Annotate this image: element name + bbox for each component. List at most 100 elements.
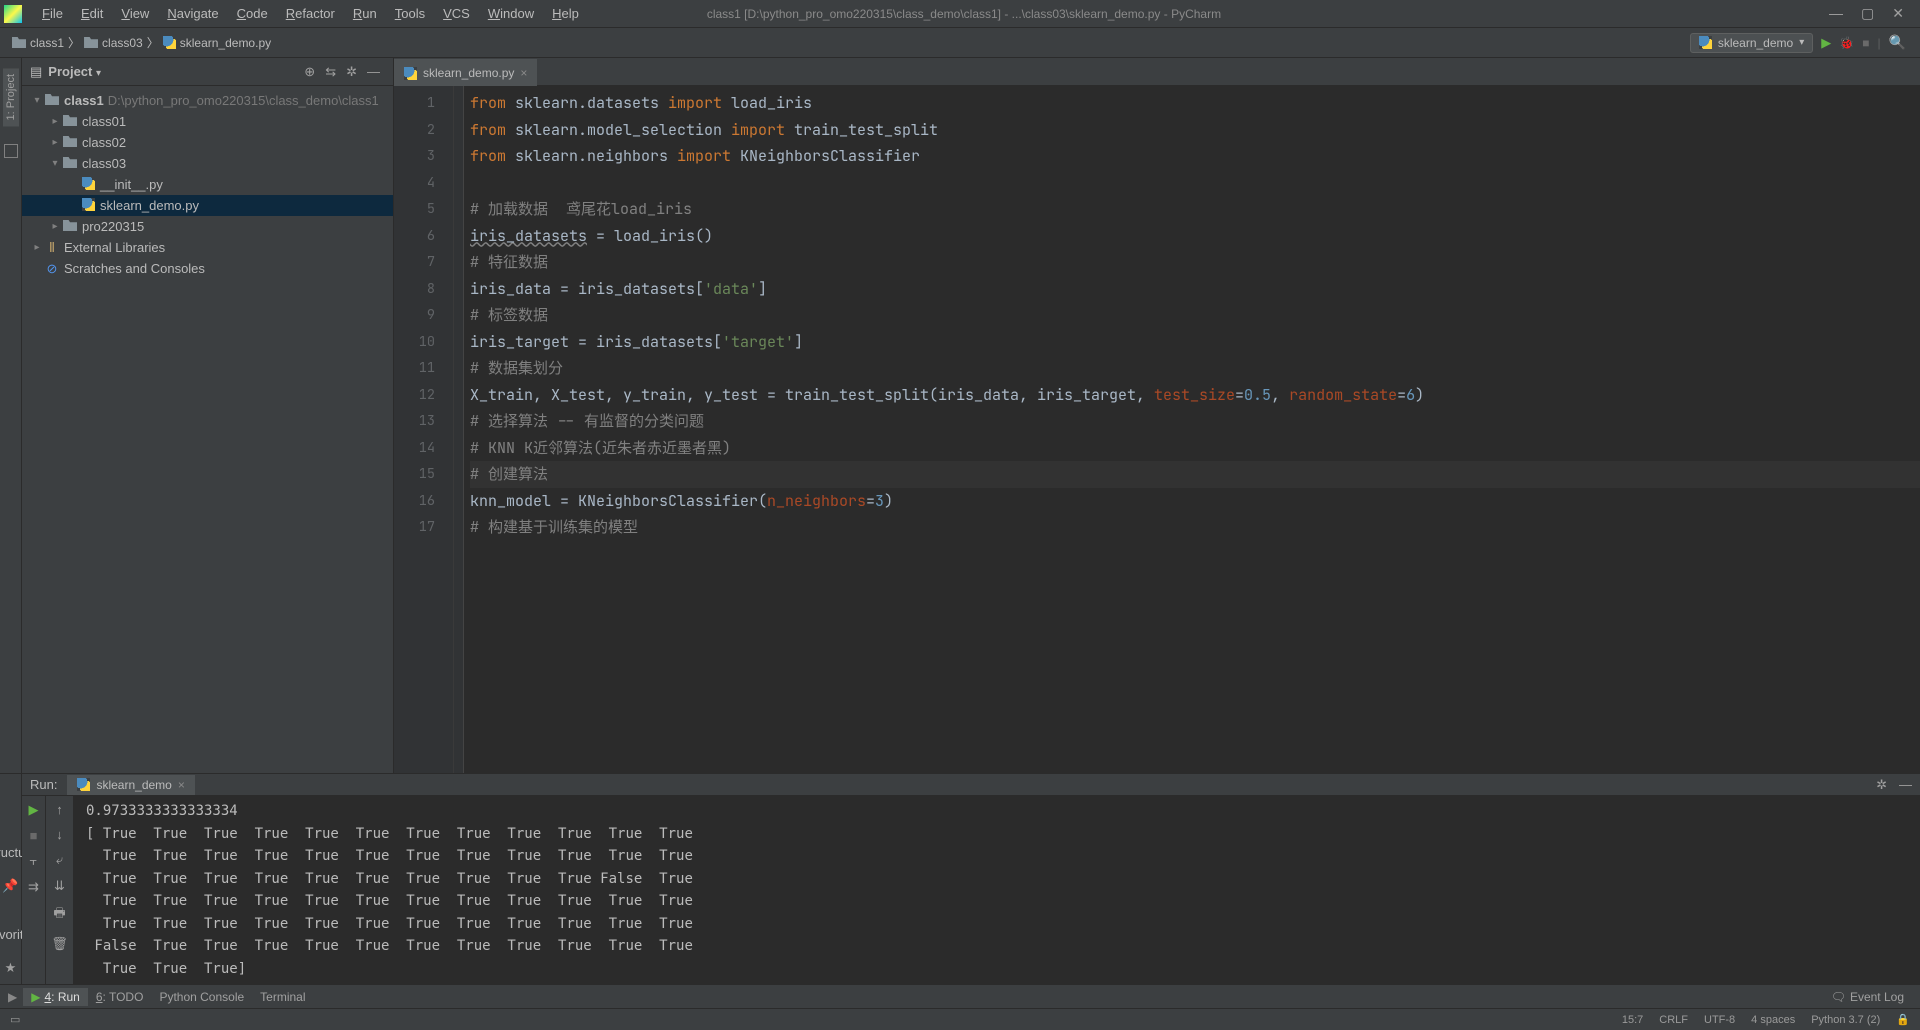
menu-tools[interactable]: Tools <box>387 2 433 25</box>
tree-row[interactable]: sklearn_demo.py <box>22 195 393 216</box>
code-line[interactable]: from sklearn.model_selection import trai… <box>470 117 1920 144</box>
menu-navigate[interactable]: Navigate <box>159 2 226 25</box>
tool-icon[interactable] <box>4 144 18 158</box>
project-tool-tab[interactable]: 1: Project <box>3 68 19 126</box>
star-icon[interactable]: ★ <box>5 960 17 976</box>
close-run-tab-button[interactable]: × <box>178 778 185 792</box>
hide-panel-button[interactable]: — <box>362 64 385 79</box>
menu-help[interactable]: Help <box>544 2 587 25</box>
event-log-button[interactable]: 🗨 Event Log <box>1823 988 1912 1006</box>
breadcrumb-item[interactable]: class03 <box>80 36 147 50</box>
menu-window[interactable]: Window <box>480 2 542 25</box>
code-line[interactable]: iris_data = iris_datasets['data'] <box>470 276 1920 303</box>
cursor-position[interactable]: 15:7 <box>1622 1014 1643 1026</box>
tree-row[interactable]: ▾class1D:\python_pro_omo220315\class_dem… <box>22 90 393 111</box>
indent-settings[interactable]: 4 spaces <box>1751 1014 1795 1026</box>
expand-toggle[interactable]: ▾ <box>30 95 44 106</box>
expand-toggle[interactable]: ▸ <box>48 116 62 127</box>
collapse-icon[interactable]: ⇆ <box>320 64 341 80</box>
editor-tab[interactable]: sklearn_demo.py × <box>394 59 537 86</box>
run-left-toolbar: ▶ ■ ⫟ ⇉ <box>22 796 46 984</box>
line-separator[interactable]: CRLF <box>1659 1014 1688 1026</box>
run-config-selector[interactable]: sklearn_demo ▾ <box>1690 33 1813 53</box>
menu-view[interactable]: View <box>113 2 157 25</box>
expand-toggle[interactable]: ▸ <box>48 221 62 232</box>
menu-vcs[interactable]: VCS <box>435 2 478 25</box>
file-encoding[interactable]: UTF-8 <box>1704 1014 1735 1026</box>
code-content[interactable]: from sklearn.datasets import load_irisfr… <box>464 86 1920 773</box>
breadcrumb-item[interactable]: class1 <box>8 36 68 50</box>
breadcrumb-item[interactable]: sklearn_demo.py <box>159 36 275 50</box>
tree-row[interactable]: ▸class01 <box>22 111 393 132</box>
code-line[interactable]: from sklearn.neighbors import KNeighbors… <box>470 143 1920 170</box>
project-tree[interactable]: ▾class1D:\python_pro_omo220315\class_dem… <box>22 86 393 283</box>
expand-toggle[interactable]: ▸ <box>30 242 44 253</box>
code-line[interactable]: # 构建基于训练集的模型 <box>470 514 1920 541</box>
up-icon[interactable]: ↑ <box>56 802 63 817</box>
expand-toggle[interactable]: ▾ <box>48 158 62 169</box>
locate-icon[interactable]: ⊕ <box>299 64 320 80</box>
bottom-tool-4-run[interactable]: ▶ 4: Run <box>23 988 88 1006</box>
close-tab-button[interactable]: × <box>520 66 527 80</box>
tree-row[interactable]: __init__.py <box>22 174 393 195</box>
rerun-button[interactable]: ▶ <box>29 802 39 818</box>
minimize-button[interactable]: — <box>1829 5 1843 22</box>
run-output[interactable]: 0.9733333333333334 [ True True True True… <box>74 796 1920 984</box>
close-button[interactable]: ✕ <box>1892 5 1904 22</box>
tree-label: External Libraries <box>64 240 165 255</box>
run-button[interactable]: ▶ <box>1821 35 1831 51</box>
layout-icon[interactable]: ⫟ <box>30 853 38 869</box>
wrap-icon[interactable]: ⤶ <box>56 852 63 868</box>
python-interpreter[interactable]: Python 3.7 (2) <box>1811 1014 1880 1026</box>
readonly-lock-icon[interactable] <box>1896 1013 1910 1026</box>
status-left[interactable]: ▭ <box>10 1013 20 1026</box>
scroll-icon[interactable]: ⇊ <box>54 878 65 894</box>
menu-edit[interactable]: Edit <box>73 2 111 25</box>
project-panel-title[interactable]: Project ▾ <box>48 64 299 79</box>
stop-run-button[interactable]: ■ <box>30 828 38 843</box>
tree-row[interactable]: ▸ ⫴ External Libraries <box>22 237 393 258</box>
tree-row[interactable]: ▸class02 <box>22 132 393 153</box>
code-line[interactable]: iris_datasets = load_iris() <box>470 223 1920 250</box>
down-icon[interactable]: ↓ <box>56 827 63 842</box>
code-line[interactable]: # 标签数据 <box>470 302 1920 329</box>
print-icon[interactable]: 🖶 <box>53 904 65 926</box>
bottom-tool-terminal[interactable]: Terminal <box>252 988 313 1006</box>
code-line[interactable]: # 选择算法 -- 有监督的分类问题 <box>470 408 1920 435</box>
search-everywhere-button[interactable]: 🔍 <box>1889 34 1912 51</box>
code-editor[interactable]: 1234567891011121314151617 from sklearn.d… <box>394 86 1920 773</box>
bottom-tool-6-todo[interactable]: 6: TODO <box>88 988 152 1006</box>
maximize-button[interactable]: ▢ <box>1861 5 1874 22</box>
code-line[interactable]: # 创建算法 <box>470 461 1920 488</box>
code-line[interactable]: iris_target = iris_datasets['target'] <box>470 329 1920 356</box>
code-line[interactable]: # 特征数据 <box>470 249 1920 276</box>
stop-button[interactable]: ■ <box>1862 36 1869 50</box>
code-line[interactable]: # 加载数据 鸢尾花load_iris <box>470 196 1920 223</box>
code-line[interactable]: # 数据集划分 <box>470 355 1920 382</box>
bottom-tool-python-console[interactable]: Python Console <box>151 988 252 1006</box>
settings-icon[interactable]: ✲ <box>341 64 362 80</box>
run-settings-icon[interactable]: ✲ <box>1876 777 1887 793</box>
tree-row[interactable]: ▾class03 <box>22 153 393 174</box>
pin-icon[interactable]: 📌 <box>2 878 18 894</box>
hide-run-panel-button[interactable]: — <box>1899 777 1912 792</box>
expand-toggle[interactable]: ▸ <box>48 137 62 148</box>
tree-row[interactable]: ▸pro220315 <box>22 216 393 237</box>
code-line[interactable] <box>470 170 1920 197</box>
tree-row[interactable]: ⊘Scratches and Consoles <box>22 258 393 279</box>
menu-run[interactable]: Run <box>345 2 385 25</box>
run-tab[interactable]: sklearn_demo × <box>67 775 194 795</box>
code-line[interactable]: X_train, X_test, y_train, y_test = train… <box>470 382 1920 409</box>
filter-icon[interactable]: ⇉ <box>28 879 39 895</box>
code-line[interactable]: # KNN K近邻算法(近朱者赤近墨者黑) <box>470 435 1920 462</box>
library-icon: ⫴ <box>49 240 54 255</box>
breadcrumb-separator: 〉 <box>68 34 80 51</box>
code-line[interactable]: knn_model = KNeighborsClassifier(n_neigh… <box>470 488 1920 515</box>
debug-button[interactable]: 🐞 <box>1839 36 1854 50</box>
code-line[interactable]: from sklearn.datasets import load_iris <box>470 90 1920 117</box>
tool-play-icon[interactable]: ▶ <box>8 990 23 1004</box>
menu-refactor[interactable]: Refactor <box>278 2 343 25</box>
trash-icon[interactable]: 🗑 <box>51 936 68 952</box>
menu-code[interactable]: Code <box>229 2 276 25</box>
menu-file[interactable]: File <box>34 2 71 25</box>
